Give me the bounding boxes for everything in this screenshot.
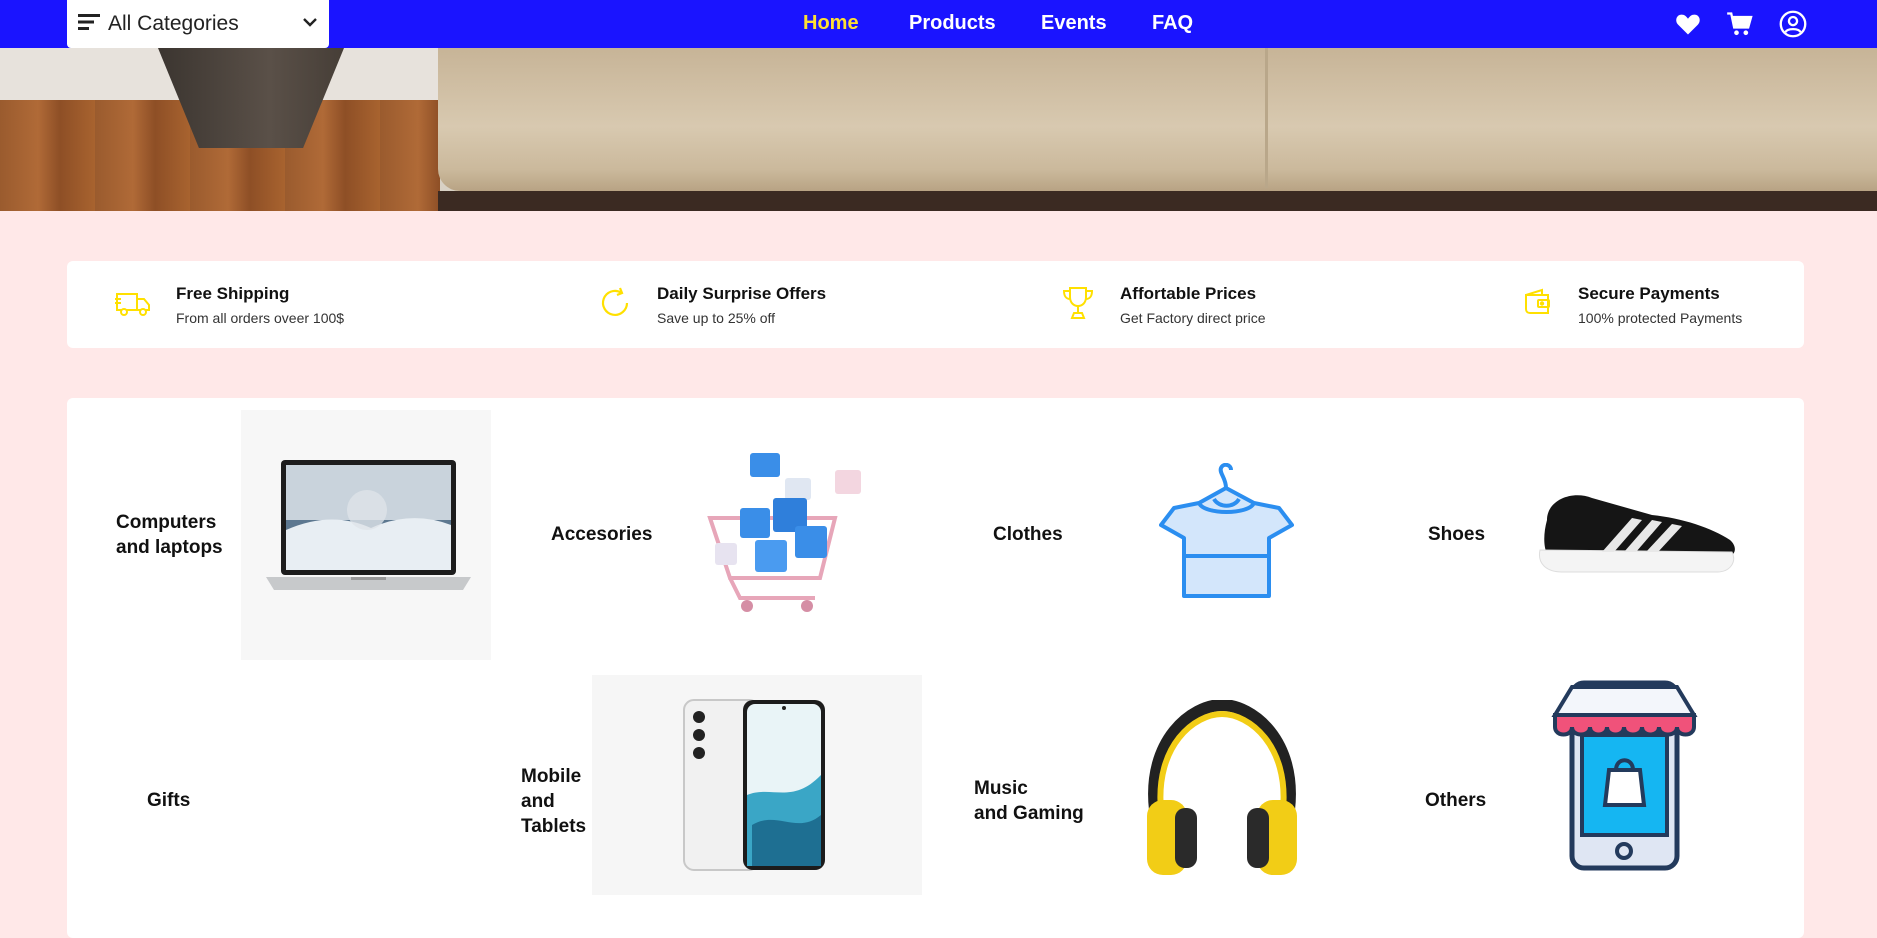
wallet-icon <box>1520 285 1556 321</box>
category-name: Gifts <box>147 790 191 811</box>
feature-title: Daily Surprise Offers <box>657 284 827 303</box>
headphones-image <box>1137 698 1307 880</box>
feature-subtitle: 100% protected Payments <box>1578 310 1743 326</box>
truck-icon <box>115 285 151 321</box>
nav-link-products[interactable]: Products <box>909 12 996 35</box>
category-name: Music and Gaming <box>974 778 1084 824</box>
category-name: Mobile and Tablets <box>521 766 587 837</box>
category-clothes[interactable]: Clothes <box>947 398 1382 660</box>
menu-icon <box>78 13 100 36</box>
refresh-icon <box>597 285 633 321</box>
trophy-icon <box>1060 285 1096 321</box>
hero-sofa <box>438 48 1877 191</box>
category-computers-laptops[interactable]: Computers and laptops <box>67 398 507 660</box>
feature-title: Secure Payments <box>1578 284 1720 303</box>
category-music-gaming[interactable]: Music and Gaming <box>947 660 1382 938</box>
feature-title: Affortable Prices <box>1120 284 1257 303</box>
top-navbar: All Categories Home Products Events FAQ <box>0 0 1877 48</box>
heart-icon[interactable] <box>1674 10 1702 38</box>
sneaker-image <box>1532 480 1742 580</box>
all-categories-dropdown[interactable]: All Categories <box>67 0 329 48</box>
category-name: Shoes <box>1428 524 1486 545</box>
hero-sofa-seam <box>1265 48 1268 188</box>
category-shoes[interactable]: Shoes <box>1382 398 1804 660</box>
category-select-label: All Categories <box>108 12 239 35</box>
feature-subtitle: Save up to 25% off <box>657 310 776 326</box>
nav-link-faq[interactable]: FAQ <box>1152 12 1193 35</box>
category-accesories[interactable]: Accesories <box>507 398 947 660</box>
category-name: Accesories <box>551 524 653 545</box>
hero-sofa-shadow <box>438 191 1877 211</box>
feature-title: Free Shipping <box>176 284 290 303</box>
category-name: Clothes <box>993 524 1063 545</box>
category-gifts[interactable]: Gifts <box>67 660 507 938</box>
shopping-cart-gifts-image <box>695 448 885 618</box>
category-name: Others <box>1425 790 1487 811</box>
category-name: Computers and laptops <box>116 512 223 558</box>
shop-phone-image <box>1527 675 1712 875</box>
nav-link-home[interactable]: Home <box>803 12 859 35</box>
feature-subtitle: From all orders oveer 100$ <box>176 310 345 326</box>
laptop-image <box>241 410 491 660</box>
feature-subtitle: Get Factory direct price <box>1120 310 1266 326</box>
category-others[interactable]: Others <box>1382 660 1804 938</box>
hero-banner <box>0 48 1877 211</box>
categories-grid: Computers and laptops Accesories Clothes… <box>67 398 1804 938</box>
tshirt-hanger-image <box>1159 462 1294 598</box>
features-bar: Free Shipping From all orders oveer 100$… <box>67 261 1804 348</box>
chevron-down-icon <box>301 13 319 36</box>
smartphone-image <box>592 675 922 895</box>
nav-link-events[interactable]: Events <box>1041 12 1107 35</box>
cart-icon[interactable] <box>1726 10 1754 38</box>
category-mobile-tablets[interactable]: Mobile and Tablets <box>507 660 947 938</box>
user-icon[interactable] <box>1779 10 1807 38</box>
